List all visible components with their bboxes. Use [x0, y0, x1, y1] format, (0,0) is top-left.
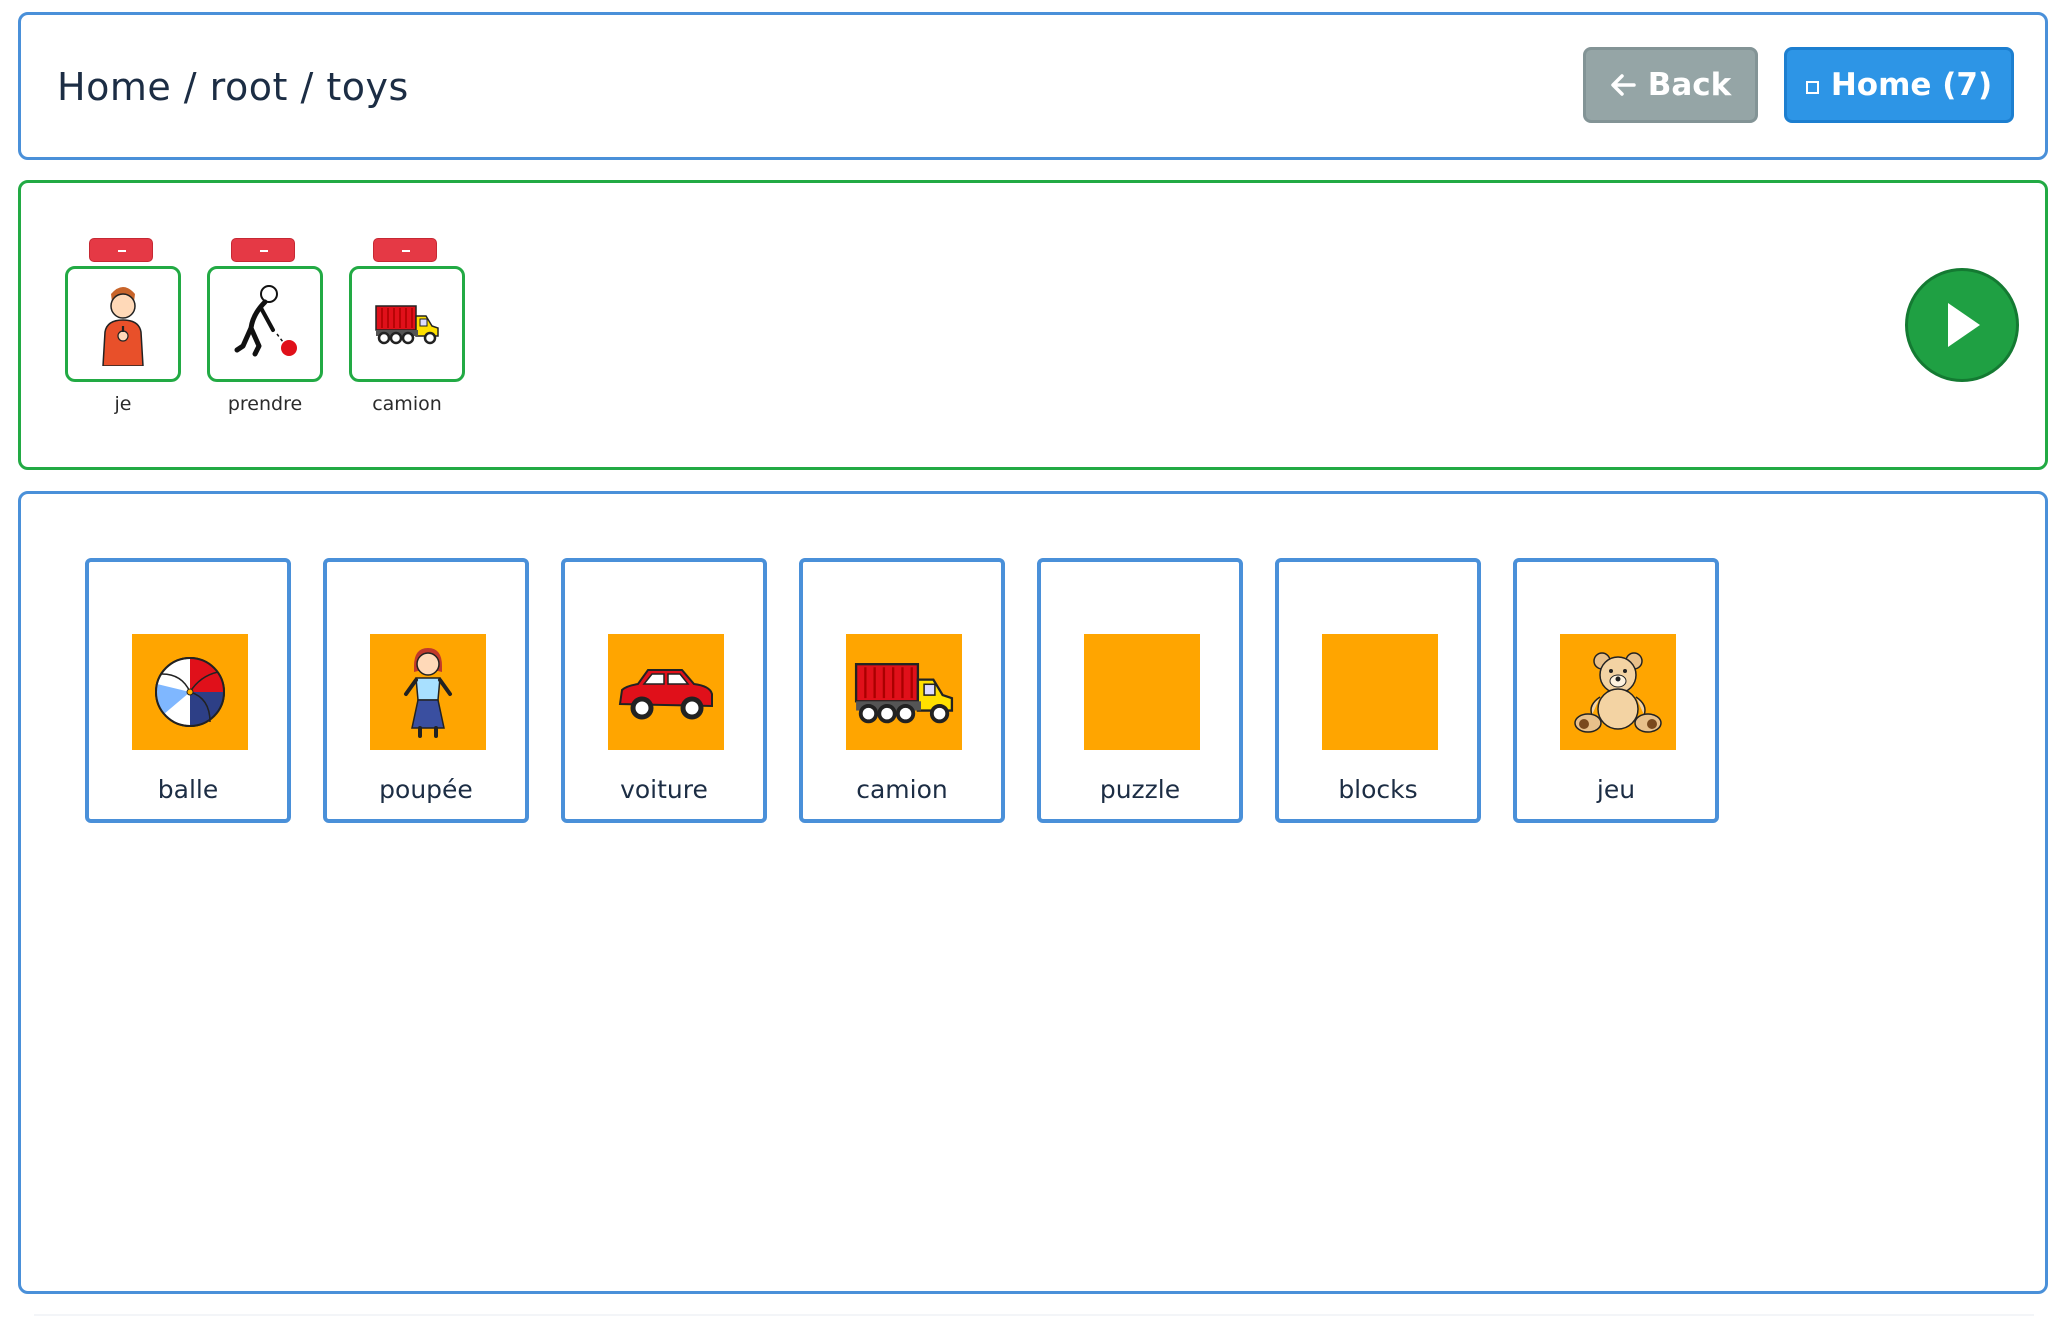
- tile-camion[interactable]: camion: [799, 558, 1005, 823]
- dump-truck-icon: [375, 305, 439, 345]
- header-panel: Home / root / toys Back Home (7): [18, 12, 2048, 160]
- tile-voiture[interactable]: voiture: [561, 558, 767, 823]
- tile-label: blocks: [1338, 775, 1418, 804]
- sentence-label-prendre: prendre: [227, 393, 303, 415]
- tile-puzzle[interactable]: puzzle: [1037, 558, 1243, 823]
- remove-word-button[interactable]: [89, 238, 153, 262]
- tile-balle[interactable]: balle: [85, 558, 291, 823]
- tile-image-placeholder: [1084, 634, 1200, 750]
- tile-label: camion: [856, 775, 948, 804]
- tile-label: puzzle: [1099, 775, 1181, 804]
- back-button-label: Back: [1647, 67, 1732, 103]
- arrow-left-icon: [1610, 74, 1636, 96]
- tile-image: [132, 634, 248, 750]
- divider: [34, 1314, 2034, 1316]
- square-icon: [1805, 80, 1819, 94]
- tile-image: [1560, 634, 1676, 750]
- tile-label: jeu: [1596, 775, 1636, 804]
- tile-image: [846, 634, 962, 750]
- play-icon: [1948, 303, 1980, 347]
- home-button[interactable]: Home (7): [1784, 47, 2014, 123]
- play-button[interactable]: [1905, 268, 2019, 382]
- red-car-icon: [618, 669, 713, 720]
- sentence-bar: je prendre camion: [18, 180, 2048, 470]
- tile-image-placeholder: [1322, 634, 1438, 750]
- symbol-board: balle poupée voiture camion puzzle block…: [18, 491, 2048, 1294]
- remove-word-button[interactable]: [373, 238, 437, 262]
- beach-ball-icon: [155, 657, 225, 727]
- doll-icon: [404, 648, 452, 738]
- back-button[interactable]: Back: [1583, 47, 1758, 123]
- sentence-card-prendre[interactable]: [207, 266, 323, 382]
- tile-poupee[interactable]: poupée: [323, 558, 529, 823]
- person-pointing-self-icon: [102, 287, 144, 366]
- tile-image: [608, 634, 724, 750]
- tile-label: voiture: [620, 775, 708, 804]
- remove-word-button[interactable]: [231, 238, 295, 262]
- tile-jeu[interactable]: jeu: [1513, 558, 1719, 823]
- tile-image: [370, 634, 486, 750]
- person-picking-up-ball-icon: [234, 285, 297, 357]
- teddy-bear-icon: [1574, 652, 1662, 733]
- sentence-label-je: je: [114, 393, 132, 415]
- tile-blocks[interactable]: blocks: [1275, 558, 1481, 823]
- sentence-label-camion: camion: [372, 393, 442, 415]
- sentence-card-je[interactable]: [65, 266, 181, 382]
- breadcrumb: Home / root / toys: [57, 65, 409, 109]
- dump-truck-icon: [854, 663, 954, 724]
- tile-label: balle: [157, 775, 219, 804]
- tile-label: poupée: [379, 775, 473, 804]
- sentence-card-camion[interactable]: [349, 266, 465, 382]
- home-button-label: Home (7): [1830, 67, 1993, 103]
